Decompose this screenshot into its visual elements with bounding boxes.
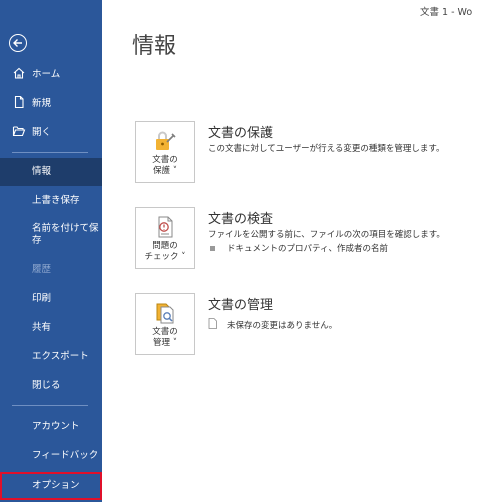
nav-open-label: 開く — [32, 127, 52, 138]
inspect-document-bullet-text: ドキュメントのプロパティ、作成者の名前 — [227, 244, 388, 254]
backstage-sidebar: ホーム 新規 開く 情報 上書き保存 名前を付けて保 存 履歴 印刷 共有 エク… — [0, 0, 102, 502]
manage-document-bullet: 未保存の変更はありません。 — [208, 318, 337, 332]
nav-options[interactable]: オプション — [0, 472, 102, 500]
inspect-document-bullet: ドキュメントのプロパティ、作成者の名前 — [210, 242, 388, 254]
lock-icon — [153, 129, 177, 153]
nav-save[interactable]: 上書き保存 — [0, 188, 102, 214]
folder-open-icon — [12, 124, 26, 138]
nav-history: 履歴 — [0, 257, 102, 283]
inspect-document-icon — [153, 215, 177, 239]
inspect-document-desc: ファイルを公開する前に、ファイルの次の項目を確認します。 — [208, 230, 445, 240]
nav-save-as[interactable]: 名前を付けて保 存 — [0, 218, 102, 252]
manage-document-button[interactable]: 文書の 管理 ˅ — [135, 293, 195, 355]
nav-info[interactable]: 情報 — [0, 158, 102, 186]
nav-options-label: オプション — [32, 480, 80, 491]
nav-info-label: 情報 — [32, 166, 52, 177]
nav-open[interactable]: 開く — [0, 118, 102, 144]
nav-history-label: 履歴 — [32, 264, 52, 275]
protect-document-desc: この文書に対してユーザーが行える変更の種類を管理します。 — [208, 144, 445, 154]
page-title: 情報 — [132, 34, 177, 59]
check-for-issues-label-2: チェック ˅ — [144, 252, 186, 262]
nav-save-as-label: 名前を付けて保 存 — [32, 223, 99, 246]
nav-home-label: ホーム — [32, 69, 61, 80]
nav-account[interactable]: アカウント — [0, 414, 102, 440]
manage-document-label-1: 文書の — [152, 327, 178, 337]
nav-home[interactable]: ホーム — [0, 60, 102, 86]
nav-feedback[interactable]: フィードバック — [0, 443, 102, 469]
manage-document-label-2: 管理 ˅ — [153, 338, 177, 348]
back-button[interactable] — [0, 26, 102, 58]
nav-close-label: 閉じる — [32, 380, 61, 391]
nav-print-label: 印刷 — [32, 293, 52, 304]
nav-save-label: 上書き保存 — [32, 195, 80, 206]
protect-document-label-1: 文書の — [152, 155, 178, 165]
bullet-square-icon — [210, 245, 215, 251]
inspect-document-title: 文書の検査 — [208, 212, 274, 227]
nav-feedback-label: フィードバック — [32, 450, 99, 461]
nav-share[interactable]: 共有 — [0, 315, 102, 341]
sidebar-divider — [12, 152, 88, 153]
nav-share-label: 共有 — [32, 322, 52, 333]
protect-document-label-2: 保護 ˅ — [153, 166, 177, 176]
nav-export-label: エクスポート — [32, 351, 89, 362]
protect-document-button[interactable]: 文書の 保護 ˅ — [135, 121, 195, 183]
document-icon — [208, 318, 217, 332]
window-title: 文書 1 - Wo — [420, 7, 473, 18]
sidebar-divider — [12, 405, 88, 406]
nav-export[interactable]: エクスポート — [0, 344, 102, 370]
nav-close[interactable]: 閉じる — [0, 373, 102, 399]
nav-print[interactable]: 印刷 — [0, 286, 102, 312]
back-arrow-icon — [9, 34, 27, 52]
home-icon — [12, 66, 26, 80]
protect-document-title: 文書の保護 — [208, 126, 274, 141]
nav-new-label: 新規 — [32, 98, 52, 109]
check-for-issues-label-1: 問題の — [152, 241, 178, 251]
check-for-issues-button[interactable]: 問題の チェック ˅ — [135, 207, 195, 269]
nav-account-label: アカウント — [32, 421, 80, 432]
manage-document-bullet-text: 未保存の変更はありません。 — [227, 321, 338, 331]
nav-new[interactable]: 新規 — [0, 89, 102, 115]
manage-document-title: 文書の管理 — [208, 298, 274, 313]
new-document-icon — [12, 95, 26, 109]
manage-document-icon — [153, 301, 177, 325]
